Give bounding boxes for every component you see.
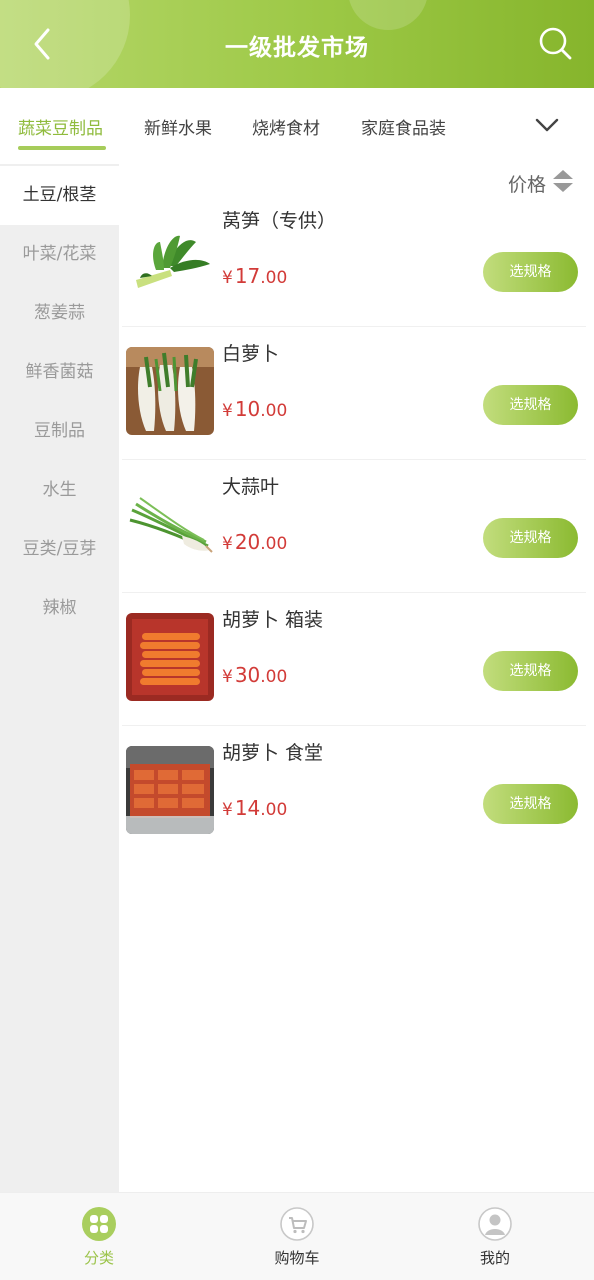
product-name[interactable]: 大蒜叶 bbox=[222, 472, 279, 499]
sidebar-item-mushrooms[interactable]: 鲜香菌菇 bbox=[0, 343, 119, 402]
product-card[interactable]: 白萝卜 ¥10.00 选规格 bbox=[122, 327, 586, 460]
tab-vegetables-tofu[interactable]: 蔬菜豆制品 bbox=[18, 114, 103, 139]
app-header: 一级批发市场 bbox=[0, 0, 594, 88]
page-title: 一级批发市场 bbox=[225, 35, 369, 61]
price-integer: 14 bbox=[234, 796, 261, 820]
product-card[interactable]: 胡萝卜 箱装 ¥30.00 选规格 bbox=[122, 593, 586, 726]
category-tabs: 蔬菜豆制品 新鲜水果 烧烤食材 家庭食品装 bbox=[0, 88, 594, 164]
tab-family-pack[interactable]: 家庭食品装 bbox=[361, 114, 446, 139]
sidebar-item-aquatic[interactable]: 水生 bbox=[0, 461, 119, 520]
carrot-box-image[interactable] bbox=[126, 613, 214, 701]
product-card[interactable]: 大蒜叶 ¥20.00 选规格 bbox=[122, 460, 586, 593]
chevron-down-icon[interactable] bbox=[534, 112, 560, 138]
bottom-navigation: 分类 购物车 我的 bbox=[0, 1192, 594, 1280]
product-card[interactable]: 莴笋（专供） ¥17.00 选规格 bbox=[122, 194, 586, 327]
price-decimal: .00 bbox=[260, 534, 288, 554]
tab-bbq-ingredients[interactable]: 烧烤食材 bbox=[252, 114, 320, 139]
product-card[interactable]: 胡萝卜 食堂 ¥14.00 选规格 bbox=[126, 726, 586, 859]
select-spec-button[interactable]: 选规格 bbox=[483, 385, 578, 425]
product-name[interactable]: 白萝卜 bbox=[222, 339, 279, 366]
active-tab-indicator bbox=[18, 146, 106, 150]
carrot-canteen-image[interactable] bbox=[126, 746, 214, 834]
sidebar-item-onion-ginger-garlic[interactable]: 葱姜蒜 bbox=[0, 284, 119, 343]
tab-fresh-fruit[interactable]: 新鲜水果 bbox=[144, 114, 212, 139]
select-spec-button[interactable]: 选规格 bbox=[483, 651, 578, 691]
nav-cart[interactable]: 购物车 bbox=[198, 1193, 396, 1280]
price-integer: 17 bbox=[234, 264, 261, 288]
product-price: ¥10.00 bbox=[222, 397, 287, 421]
nav-label: 购物车 bbox=[274, 1249, 320, 1267]
price-decimal: .00 bbox=[260, 667, 288, 687]
nav-category[interactable]: 分类 bbox=[0, 1193, 198, 1280]
price-decimal: .00 bbox=[260, 268, 288, 288]
subcategory-sidebar: 土豆/根茎 叶菜/花菜 葱姜蒜 鲜香菌菇 豆制品 水生 豆类/豆芽 辣椒 bbox=[0, 164, 119, 1192]
sidebar-item-beans-sprouts[interactable]: 豆类/豆芽 bbox=[0, 520, 119, 579]
category-icon bbox=[82, 1207, 116, 1241]
price-currency: ¥ bbox=[222, 401, 233, 421]
price-integer: 30 bbox=[234, 663, 261, 687]
product-price: ¥20.00 bbox=[222, 530, 287, 554]
nav-profile[interactable]: 我的 bbox=[396, 1193, 594, 1280]
product-price: ¥14.00 bbox=[222, 796, 287, 820]
select-spec-button[interactable]: 选规格 bbox=[483, 252, 578, 292]
product-price: ¥30.00 bbox=[222, 663, 287, 687]
sort-label: 价格 bbox=[507, 173, 546, 196]
price-integer: 10 bbox=[234, 397, 261, 421]
select-spec-button[interactable]: 选规格 bbox=[483, 518, 578, 558]
select-spec-button[interactable]: 选规格 bbox=[483, 784, 578, 824]
sidebar-item-potato-root[interactable]: 土豆/根茎 bbox=[0, 166, 119, 225]
sidebar-item-peppers[interactable]: 辣椒 bbox=[0, 579, 119, 638]
price-integer: 20 bbox=[234, 530, 261, 554]
cart-icon bbox=[280, 1207, 314, 1241]
price-currency: ¥ bbox=[222, 800, 233, 820]
user-icon bbox=[478, 1207, 512, 1241]
price-currency: ¥ bbox=[222, 667, 233, 687]
product-name[interactable]: 胡萝卜 箱装 bbox=[222, 605, 323, 632]
nav-label: 我的 bbox=[479, 1249, 510, 1267]
price-currency: ¥ bbox=[222, 268, 233, 288]
product-name[interactable]: 胡萝卜 食堂 bbox=[222, 738, 323, 765]
white-radish-image[interactable] bbox=[126, 347, 214, 435]
price-currency: ¥ bbox=[222, 534, 233, 554]
sidebar-item-tofu[interactable]: 豆制品 bbox=[0, 402, 119, 461]
nav-label: 分类 bbox=[83, 1249, 114, 1267]
sidebar-item-leafy-greens[interactable]: 叶菜/花菜 bbox=[0, 225, 119, 284]
price-decimal: .00 bbox=[260, 401, 288, 421]
product-price: ¥17.00 bbox=[222, 264, 287, 288]
product-name[interactable]: 莴笋（专供） bbox=[222, 206, 336, 233]
price-decimal: .00 bbox=[260, 800, 288, 820]
header-decoration bbox=[348, 0, 428, 30]
search-icon[interactable] bbox=[538, 26, 574, 62]
garlic-leaf-image[interactable] bbox=[126, 480, 214, 568]
lettuce-stem-image[interactable] bbox=[126, 214, 214, 302]
